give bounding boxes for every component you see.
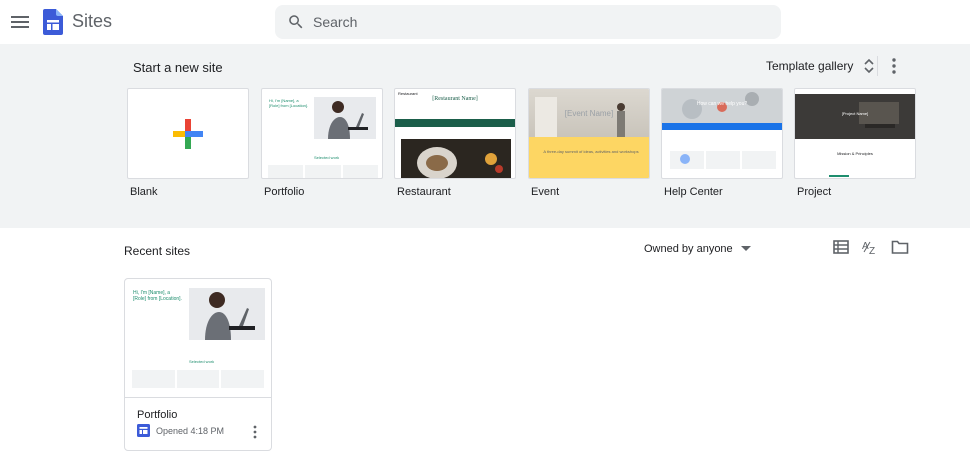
template-label: Event: [531, 186, 560, 198]
preview-heading: [Event Name]: [564, 109, 614, 118]
top-app-bar: Sites: [0, 0, 970, 44]
template-portfolio[interactable]: Hi, I'm [Name], a [Role] from [Location]…: [261, 88, 383, 198]
preview-link: Selected work: [314, 155, 340, 160]
search-input[interactable]: [313, 5, 763, 39]
main-menu-icon[interactable]: [8, 10, 32, 34]
preview-heading: [Project Name]: [841, 111, 869, 116]
start-new-site-heading: Start a new site: [133, 60, 223, 75]
site-meta: Opened 4:18 PM: [137, 424, 224, 437]
svg-text:Z: Z: [869, 246, 875, 256]
template-gallery-button[interactable]: Template gallery: [760, 54, 881, 78]
template-label: Restaurant: [397, 186, 451, 198]
preview-grid: [268, 165, 378, 178]
template-help-center[interactable]: How can we help you? Help Center: [661, 88, 783, 198]
recent-sites-heading: Recent sites: [124, 244, 191, 258]
owner-filter-dropdown[interactable]: Owned by anyone: [640, 240, 755, 258]
preview-heading: How can we help you?: [696, 101, 748, 107]
more-vert-icon[interactable]: [247, 424, 263, 440]
preview-caption: Mission & Principles: [837, 151, 873, 156]
event-yellow-band: [529, 137, 649, 178]
template-band: Start a new site Template gallery Blank …: [0, 44, 970, 228]
sites-logo-icon[interactable]: [43, 9, 63, 35]
sites-file-icon: [137, 424, 150, 437]
site-name: Portfolio: [137, 409, 178, 421]
preview-heading: Hi, I'm [Name], a [Role] from [Location]…: [269, 98, 309, 108]
template-gallery-label: Template gallery: [766, 59, 854, 73]
template-label: Project: [797, 186, 832, 198]
help-blue-band: [662, 123, 782, 130]
preview-green-band: [395, 119, 515, 127]
band-divider: [877, 56, 878, 76]
arrow-drop-down-icon: [740, 246, 751, 251]
project-photo: [795, 94, 915, 139]
help-tile-icon: [680, 154, 690, 164]
owner-filter-label: Owned by anyone: [644, 243, 733, 255]
opened-time: Opened 4:18 PM: [156, 425, 225, 436]
site-thumbnail: Hi, I'm [Name], a [Role] from [Location]…: [125, 279, 271, 398]
unfold-icon: [864, 59, 874, 73]
template-label: Portfolio: [264, 186, 305, 198]
person-photo: [314, 97, 376, 139]
template-thumbnail: Hi, I'm [Name], a [Role] from [Location]…: [261, 88, 383, 179]
template-thumbnail: [Event Name] A three-day summit of ideas…: [528, 88, 650, 179]
preview-heading: [Restaurant Name]: [432, 96, 478, 102]
list-view-icon[interactable]: [832, 238, 850, 256]
preview-heading: Hi, I'm [Name], a [Role] from [Location]…: [133, 290, 182, 302]
plus-icon: [173, 119, 203, 149]
preview-link: Selected work: [189, 359, 215, 364]
template-label: Blank: [130, 186, 158, 198]
more-vert-icon[interactable]: [884, 56, 904, 76]
search-icon[interactable]: [287, 13, 305, 31]
template-blank[interactable]: Blank: [127, 88, 249, 198]
folder-icon[interactable]: [891, 238, 909, 256]
project-bar: [829, 175, 849, 177]
template-project[interactable]: [Project Name] Mission & Principles Proj…: [794, 88, 916, 198]
preview-grid: [132, 370, 265, 388]
recent-site-card[interactable]: Hi, I'm [Name], a [Role] from [Location]…: [124, 278, 272, 451]
search-bar[interactable]: [275, 5, 781, 39]
template-thumbnail: [127, 88, 249, 179]
template-thumbnail: [Project Name] Mission & Principles: [794, 88, 916, 179]
app-title[interactable]: Sites: [72, 11, 112, 32]
template-thumbnail: How can we help you?: [661, 88, 783, 179]
template-event[interactable]: [Event Name] A three-day summit of ideas…: [528, 88, 650, 198]
food-photo: [401, 139, 511, 178]
template-thumbnail: Restaurant [Restaurant Name]: [394, 88, 516, 179]
person-photo: [189, 288, 265, 340]
template-restaurant[interactable]: Restaurant [Restaurant Name] Restaurant: [394, 88, 516, 198]
preview-caption: A three-day summit of ideas, activities …: [543, 149, 639, 154]
sort-az-icon[interactable]: AZ: [861, 238, 879, 257]
template-label: Help Center: [664, 186, 723, 198]
